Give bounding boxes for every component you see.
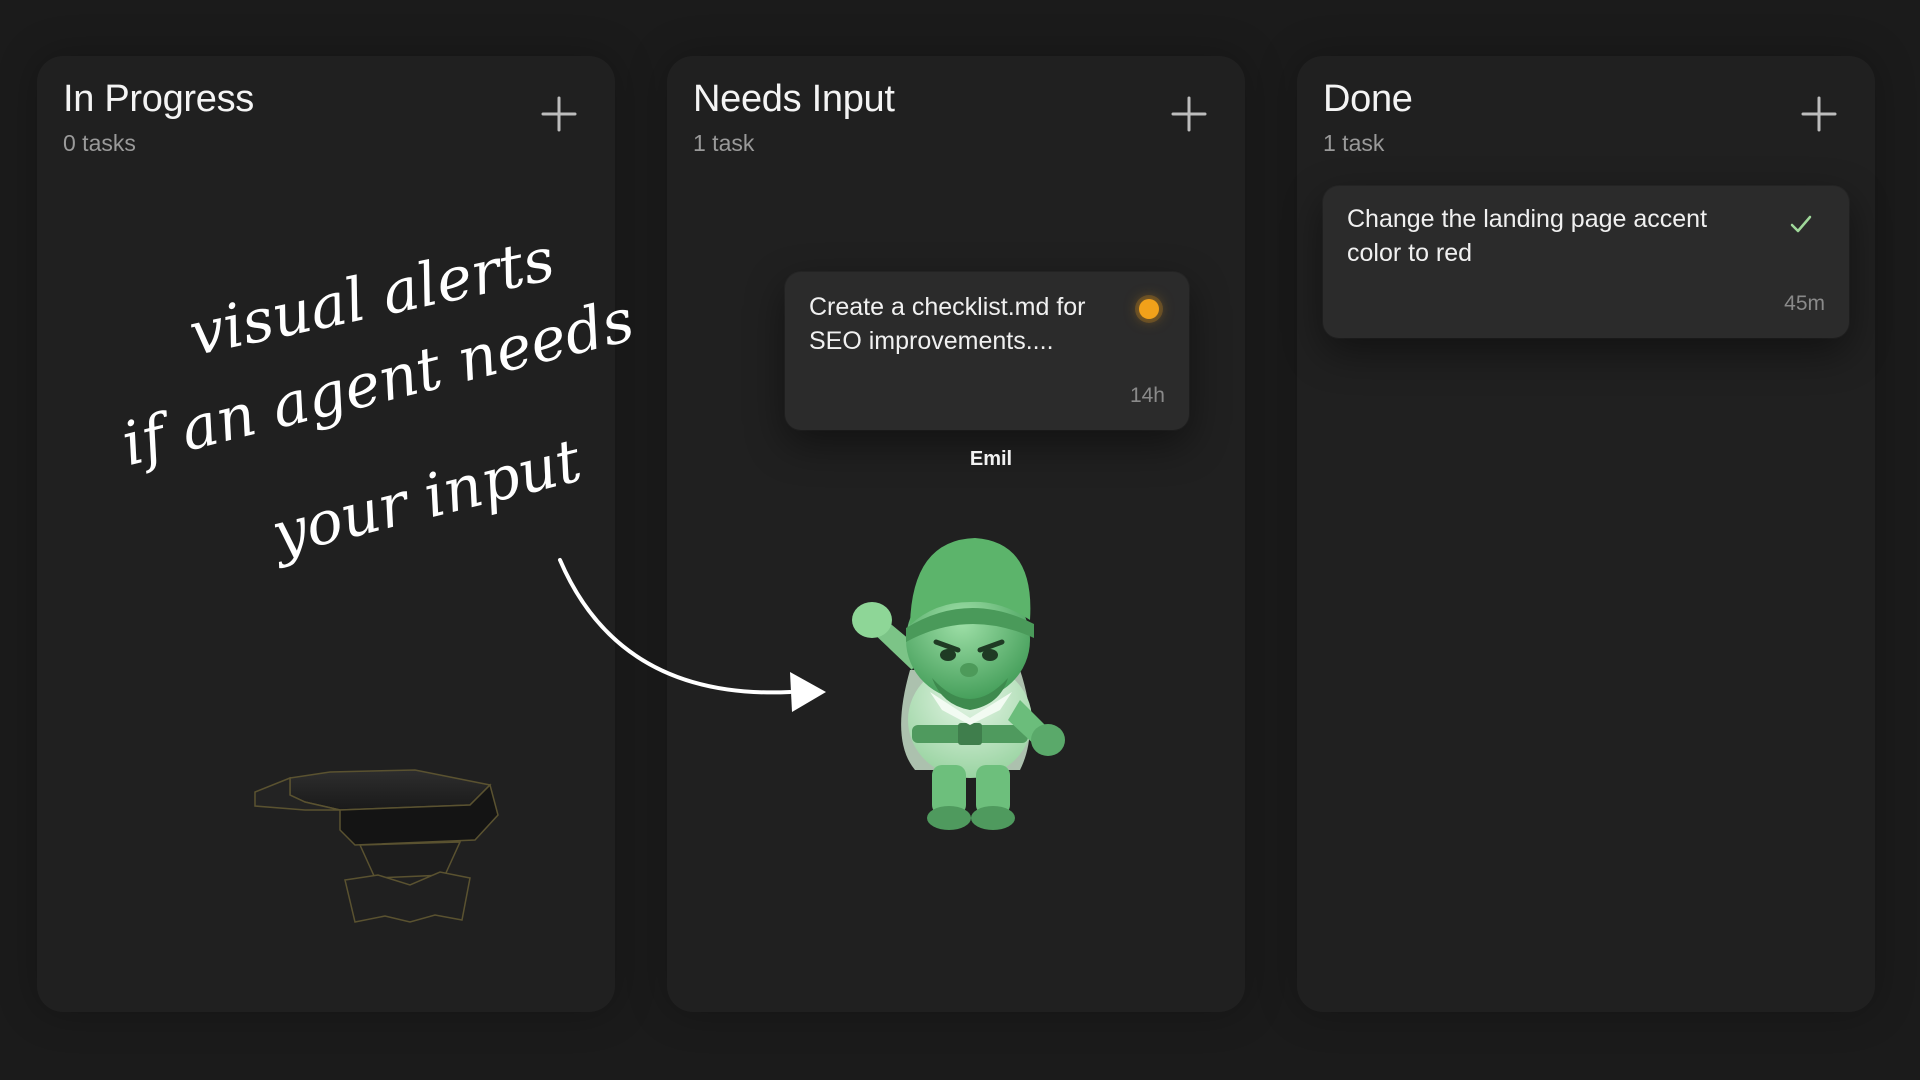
task-title: Change the landing page accent color to … — [1347, 205, 1708, 267]
gnome-character-icon — [852, 538, 1065, 830]
column-title: Needs Input — [693, 78, 895, 120]
status-dot-icon — [1139, 299, 1159, 319]
task-card[interactable]: Change the landing page accent color to … — [1323, 186, 1849, 338]
column-done: Done 1 task Change the landing page acce… — [1297, 56, 1875, 1012]
add-task-button[interactable] — [539, 94, 579, 134]
column-task-count: 1 task — [1323, 130, 1385, 156]
column-title: In Progress — [63, 78, 255, 120]
plus-icon — [1801, 96, 1837, 132]
plus-icon — [541, 96, 577, 132]
add-task-button[interactable] — [1799, 94, 1839, 134]
column-task-count: 0 tasks — [63, 130, 136, 156]
task-age: 45m — [1784, 292, 1825, 315]
agent-name-label: Emil — [969, 448, 1013, 470]
anvil-icon — [254, 769, 499, 923]
column-task-count: 1 task — [693, 130, 755, 156]
task-card[interactable]: Create a checklist.md for SEO improvemen… — [785, 272, 1189, 430]
add-task-button[interactable] — [1169, 94, 1209, 134]
checkmark-icon — [1790, 215, 1812, 233]
kanban-board: In Progress 0 tasks Needs Input 1 task C… — [0, 0, 1920, 1080]
task-title: Create a checklist.md for SEO improvemen… — [809, 293, 1086, 355]
plus-icon — [1171, 96, 1207, 132]
task-age: 14h — [1129, 384, 1165, 407]
column-title: Done — [1323, 78, 1413, 120]
